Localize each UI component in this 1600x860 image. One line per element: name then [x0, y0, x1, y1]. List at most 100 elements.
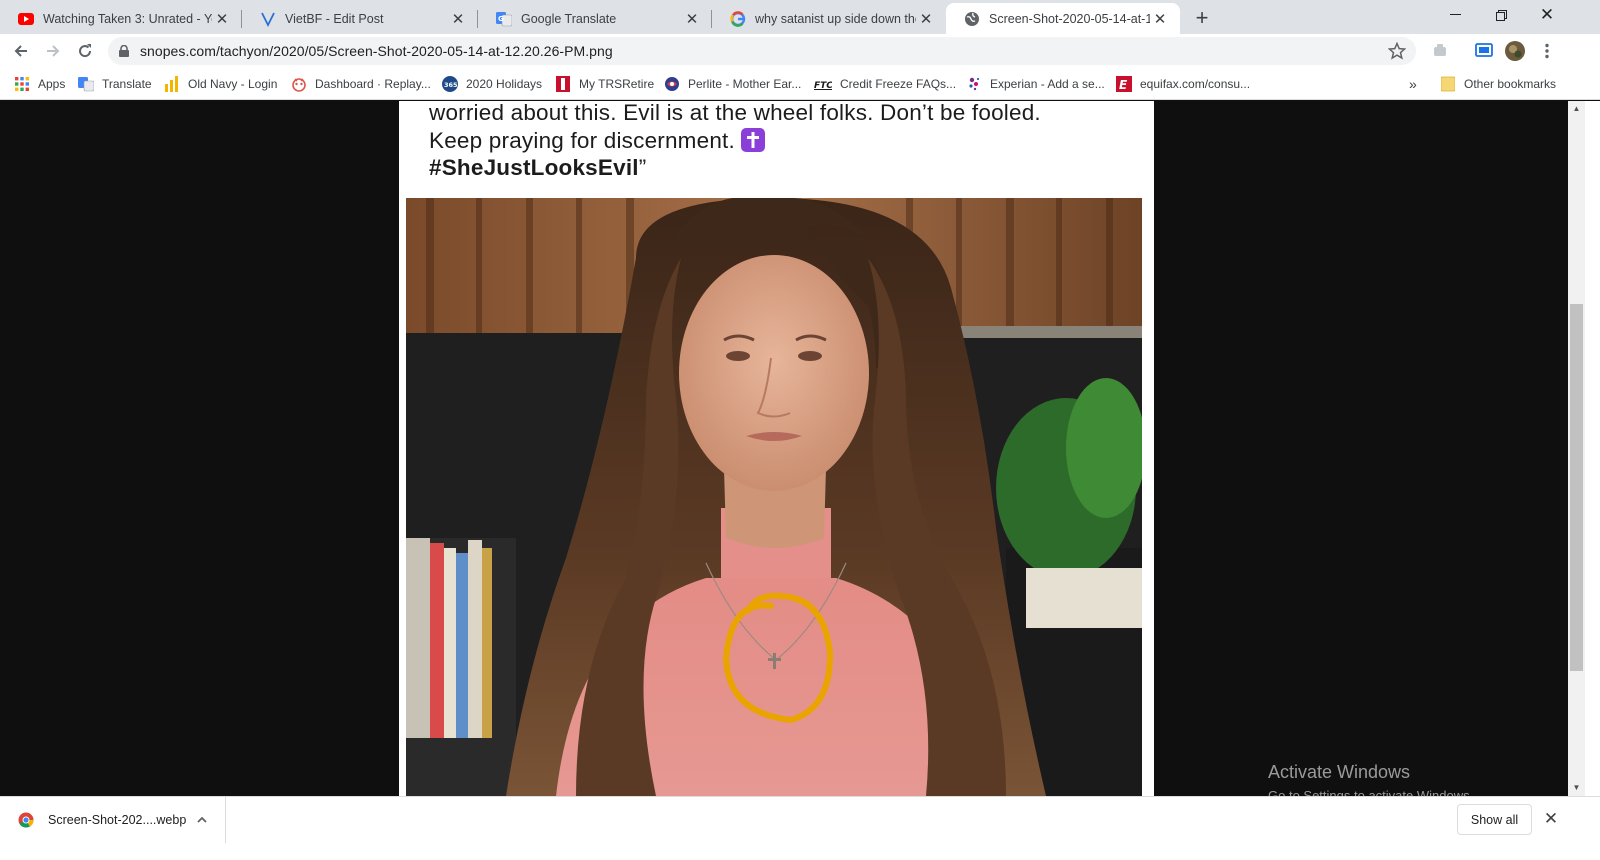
- bookmark-experian[interactable]: Experian - Add a se...: [966, 75, 1105, 93]
- tab-title: VietBF - Edit Post: [285, 11, 384, 26]
- address-bar[interactable]: snopes.com/tachyon/2020/05/Screen-Shot-2…: [108, 37, 1416, 65]
- bookmark-label: My TRSRetire: [579, 77, 655, 91]
- post-photo: [406, 198, 1142, 796]
- bookmark-label: Dashboard · Replay...: [315, 77, 431, 91]
- tab-title: why satanist up side down the cr: [755, 11, 916, 26]
- bookmark-other-folder[interactable]: Other bookmarks: [1440, 75, 1556, 93]
- download-shelf: Screen-Shot-202....webp Show all ✕: [0, 796, 1600, 860]
- page-viewport: worried about this. Evil is at the wheel…: [0, 101, 1568, 796]
- post-text: worried about this. Evil is at the wheel…: [429, 101, 1129, 182]
- bookmark-perlite[interactable]: Perlite - Mother Ear...: [664, 75, 801, 93]
- bookmark-label: Experian - Add a se...: [990, 77, 1105, 91]
- perlite-icon: [664, 76, 680, 92]
- profile-avatar-icon[interactable]: [1505, 41, 1525, 61]
- youtube-icon: [18, 11, 34, 27]
- closing-quote: ”: [638, 155, 647, 180]
- bookmark-label: equifax.com/consu...: [1140, 77, 1251, 91]
- svg-text:FTC: FTC: [814, 81, 832, 90]
- bookmarks-overflow-button[interactable]: »: [1409, 75, 1417, 93]
- bookmark-label: Old Navy - Login: [188, 77, 278, 91]
- menu-kebab-icon[interactable]: [1537, 41, 1557, 61]
- close-tab-icon[interactable]: ✕: [212, 9, 232, 29]
- page-scrollbar[interactable]: ▲ ▼: [1568, 101, 1585, 796]
- hashtag-text: #SheJustLooksEvil: [429, 155, 639, 180]
- bookmark-equifax[interactable]: E equifax.com/consu...: [1116, 75, 1250, 93]
- window-close-icon[interactable]: ✕: [1524, 0, 1570, 30]
- globe-icon: [964, 11, 980, 27]
- reload-icon[interactable]: [73, 39, 97, 63]
- tab-screenshot-active[interactable]: Screen-Shot-2020-05-14-at-12.2 ✕: [946, 3, 1180, 34]
- scrollbar-thumb[interactable]: [1570, 304, 1583, 671]
- tab-title: Google Translate: [521, 11, 617, 26]
- bookmark-old-navy[interactable]: Old Navy - Login: [164, 75, 277, 93]
- scroll-down-arrow-icon[interactable]: ▼: [1572, 783, 1581, 792]
- dashboard-icon: [291, 76, 307, 92]
- extension-icon[interactable]: [1430, 41, 1450, 61]
- tab-title: Watching Taken 3: Unrated - You: [43, 11, 212, 26]
- post-line-2-text: Keep praying for discernment.: [429, 127, 735, 153]
- post-line-3: #SheJustLooksEvil”: [429, 154, 1129, 182]
- bookmark-star-icon[interactable]: [1387, 41, 1407, 60]
- equifax-icon: E: [1116, 76, 1132, 92]
- close-tab-icon[interactable]: ✕: [916, 9, 936, 29]
- chrome-file-icon: [18, 812, 34, 828]
- lock-icon[interactable]: [116, 43, 132, 59]
- tab-vietbf[interactable]: VietBF - Edit Post ✕: [242, 3, 478, 34]
- cast-icon[interactable]: [1474, 41, 1494, 61]
- post-line-1: worried about this. Evil is at the wheel…: [429, 101, 1041, 125]
- svg-text:E: E: [1119, 78, 1128, 92]
- chevron-up-icon[interactable]: [195, 813, 209, 827]
- bookmark-trs[interactable]: My TRSRetire: [555, 75, 654, 93]
- close-tab-icon[interactable]: ✕: [448, 9, 468, 29]
- tab-google-search[interactable]: why satanist up side down the cr ✕: [712, 3, 946, 34]
- bookmark-label: 2020 Holidays: [466, 77, 543, 91]
- scroll-up-arrow-icon[interactable]: ▲: [1572, 104, 1581, 113]
- svg-text:365: 365: [444, 81, 458, 89]
- window-right-edge: [1585, 101, 1600, 796]
- forward-arrow-icon[interactable]: [41, 39, 65, 63]
- tab-google-translate[interactable]: G Google Translate ✕: [478, 3, 712, 34]
- download-item[interactable]: Screen-Shot-202....webp: [0, 797, 226, 843]
- bookmark-label: Translate: [102, 77, 152, 91]
- experian-icon: [966, 76, 982, 92]
- google-icon: [730, 10, 746, 27]
- new-tab-icon[interactable]: +: [1190, 5, 1214, 30]
- bookmark-translate[interactable]: Translate: [78, 75, 152, 93]
- restore-icon[interactable]: [1478, 0, 1524, 30]
- bookmarks-bar: Apps Translate Old Navy - Login Dashboar…: [0, 68, 1600, 100]
- post-card: worried about this. Evil is at the wheel…: [399, 101, 1154, 796]
- browser-toolbar: snopes.com/tachyon/2020/05/Screen-Shot-2…: [0, 34, 1600, 68]
- google-translate-icon: G: [496, 11, 512, 27]
- download-filename: Screen-Shot-202....webp: [48, 813, 187, 827]
- ftc-icon: FTC: [814, 76, 832, 92]
- bookmark-label: Perlite - Mother Ear...: [688, 77, 802, 91]
- bookmark-dashboard[interactable]: Dashboard · Replay...: [291, 75, 431, 93]
- tab-title: Screen-Shot-2020-05-14-at-12.2: [989, 11, 1150, 26]
- tab-youtube[interactable]: Watching Taken 3: Unrated - You ✕: [0, 3, 242, 34]
- bookmark-label: Credit Freeze FAQs...: [840, 77, 957, 91]
- folder-icon: [1440, 76, 1456, 92]
- url-text: snopes.com/tachyon/2020/05/Screen-Shot-2…: [140, 43, 613, 59]
- bookmark-label: Apps: [38, 77, 66, 91]
- svg-text:G: G: [498, 15, 504, 23]
- close-tab-icon[interactable]: ✕: [682, 9, 702, 29]
- show-all-button[interactable]: Show all: [1457, 804, 1532, 835]
- bookmark-label: Other bookmarks: [1464, 77, 1557, 91]
- bookmark-apps[interactable]: Apps: [14, 75, 65, 93]
- minimize-icon[interactable]: [1432, 0, 1478, 30]
- translate-icon: [78, 76, 94, 92]
- tab-strip: Watching Taken 3: Unrated - You ✕ VietBF…: [0, 0, 1600, 34]
- close-tab-icon[interactable]: ✕: [1150, 9, 1170, 29]
- post-line-2: Keep praying for discernment.: [429, 127, 1129, 155]
- cross-emoji-icon: [740, 127, 765, 152]
- vietbf-icon: [260, 11, 276, 27]
- back-arrow-icon[interactable]: [9, 39, 33, 63]
- watermark-title: Activate Windows: [1268, 762, 1411, 782]
- close-download-bar-icon[interactable]: ✕: [1541, 809, 1561, 829]
- portrait-image: [406, 198, 1142, 796]
- apps-grid-icon: [14, 76, 30, 92]
- old-navy-icon: [164, 76, 180, 92]
- trs-icon: [555, 76, 571, 92]
- bookmark-ftc[interactable]: FTC Credit Freeze FAQs...: [814, 75, 956, 93]
- bookmark-holidays[interactable]: 365 2020 Holidays: [442, 75, 542, 93]
